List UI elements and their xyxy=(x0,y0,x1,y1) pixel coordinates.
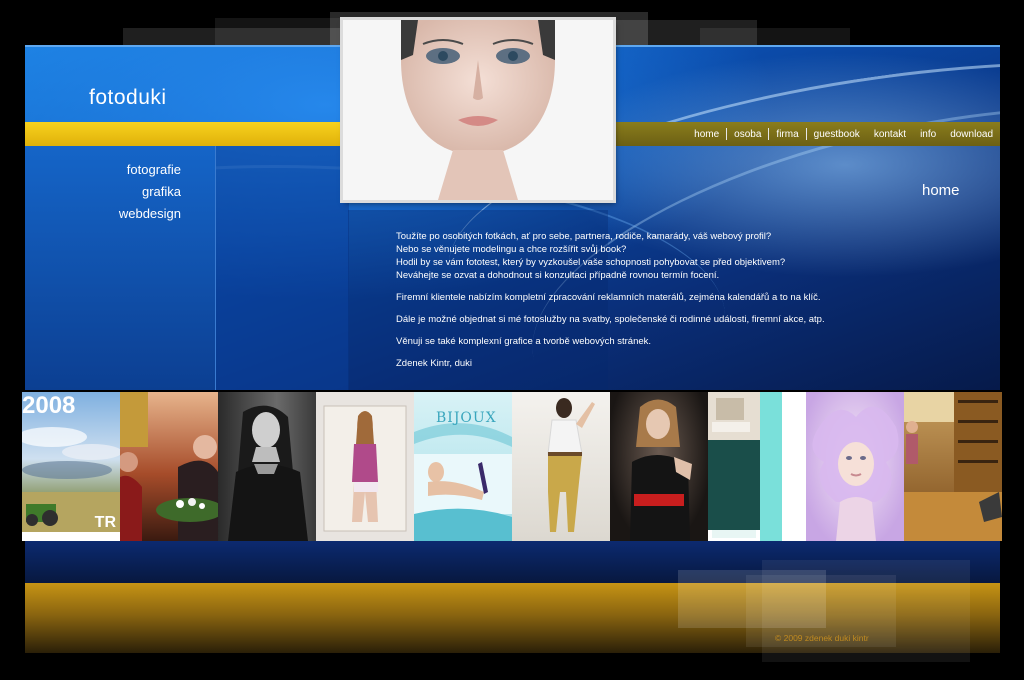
page-title: home xyxy=(922,182,960,199)
gallery-strip: 2008 TR BIJOUX xyxy=(22,392,1002,541)
hero-portrait xyxy=(343,20,613,200)
site-logo[interactable]: fotoduki xyxy=(89,86,167,110)
sidebar-divider-panel xyxy=(215,145,349,390)
flower-girl-portrait xyxy=(812,406,899,541)
nav-item-info[interactable]: info xyxy=(913,129,943,140)
gallery-thumb-wedding[interactable] xyxy=(120,392,218,541)
intro-paragraph-4: Věnuji se také komplexní grafice a tvorb… xyxy=(396,336,652,347)
signature: Zdenek Kintr, duki xyxy=(396,358,473,369)
gallery-thumb-portrait-bw[interactable] xyxy=(218,392,316,541)
sidebar-item-fotografie[interactable]: fotografie xyxy=(127,162,181,177)
fashion-model xyxy=(547,398,595,532)
gallery-thumb-flower-girl[interactable] xyxy=(806,392,904,541)
nav-item-osoba[interactable]: osoba xyxy=(727,129,768,140)
intro-paragraph-2: Firemní klientele nabízím kompletní zpra… xyxy=(396,292,821,303)
intro-line: Toužíte po osobitých fotkách, ať pro seb… xyxy=(396,231,772,242)
portrait-illustration xyxy=(343,20,613,200)
intro-line: Hodil by se vám fototest, který by vyzko… xyxy=(396,257,786,268)
copyright-text: © 2009 zdenek duki kintr xyxy=(775,633,869,643)
nav-item-download[interactable]: download xyxy=(943,129,1000,140)
page: fotoduki home osoba firma guestbook kont… xyxy=(0,0,1024,680)
sidebar-item-webdesign[interactable]: webdesign xyxy=(119,206,181,221)
bw-portrait xyxy=(228,405,308,541)
main-nav: home osoba firma guestbook kontakt info … xyxy=(687,126,1000,142)
gallery-thumb-bijoux[interactable]: BIJOUX xyxy=(414,392,512,541)
intro-line: Nebo se věnujete modelingu a chce rozšíř… xyxy=(396,244,627,255)
intro-line: Neváhejte se ozvat a dohodnout si konzul… xyxy=(396,270,720,281)
gallery-thumb-fashion[interactable] xyxy=(512,392,610,541)
nav-item-firma[interactable]: firma xyxy=(769,129,805,140)
gallery-thumb-black-dress[interactable] xyxy=(610,392,708,541)
library-interior xyxy=(904,392,1002,541)
decor-ghost-left-2 xyxy=(215,18,345,46)
gallery-thumb-library[interactable] xyxy=(904,392,1002,541)
wedding-scene xyxy=(120,392,218,541)
black-dress-portrait xyxy=(630,399,692,541)
gallery-thumb-calendar[interactable]: 2008 TR xyxy=(22,392,120,541)
sidebar-item-grafika[interactable]: grafika xyxy=(142,184,181,199)
model-pink-photo xyxy=(323,405,407,532)
intro-paragraph-1: Toužíte po osobitých fotkách, ať pro seb… xyxy=(396,230,956,282)
bijoux-brand: BIJOUX xyxy=(436,410,497,426)
decor-ghost-footer-3 xyxy=(762,560,970,662)
web-layout-preview xyxy=(708,392,806,541)
gallery-thumb-model-pink[interactable] xyxy=(316,392,414,541)
accent-bar xyxy=(25,122,345,146)
nav-item-kontakt[interactable]: kontakt xyxy=(867,129,913,140)
intro-text: Toužíte po osobitých fotkách, ať pro seb… xyxy=(396,230,956,379)
calendar-year: 2008 xyxy=(22,392,76,419)
sidebar-panel xyxy=(25,145,215,390)
intro-paragraph-3: Dále je možné objednat si mé fotoslužby … xyxy=(396,314,825,325)
calendar-tag: TR xyxy=(94,514,116,531)
nav-item-guestbook[interactable]: guestbook xyxy=(807,129,867,140)
gallery-thumb-web-layout[interactable] xyxy=(708,392,806,541)
nav-item-home[interactable]: home xyxy=(687,129,726,140)
